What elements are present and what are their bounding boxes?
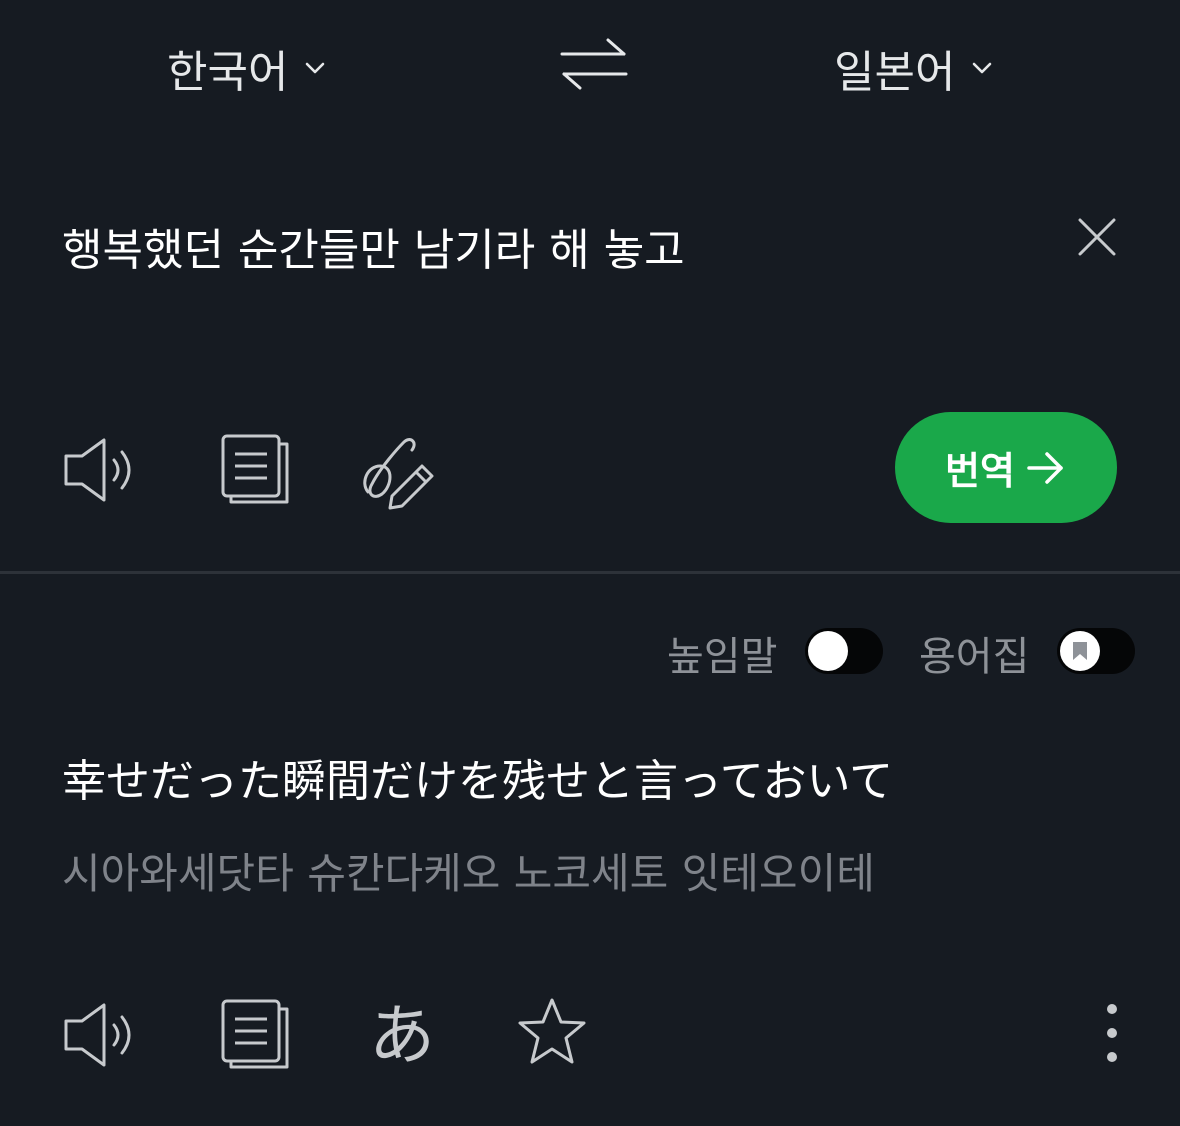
- speaker-icon[interactable]: [60, 430, 140, 510]
- translate-button[interactable]: 번역: [895, 412, 1117, 523]
- bookmark-icon: [1073, 642, 1087, 660]
- chevron-down-icon: [306, 62, 325, 74]
- honorific-toggle[interactable]: [805, 628, 883, 674]
- arrow-right-icon: [1027, 451, 1063, 484]
- swap-languages-icon[interactable]: [558, 34, 630, 96]
- close-icon[interactable]: [1072, 212, 1122, 262]
- handwriting-icon[interactable]: [358, 432, 438, 512]
- more-vertical-icon[interactable]: [1072, 993, 1152, 1073]
- target-language-selector[interactable]: 일본어: [834, 36, 995, 100]
- honorific-label: 높임말: [667, 634, 778, 680]
- toggle-knob: [1060, 631, 1100, 671]
- speaker-icon[interactable]: [60, 995, 140, 1075]
- section-divider: [0, 571, 1180, 574]
- pronunciation-text: 시아와세닷타 슈칸다케오 노코세토 잇테오이테: [62, 849, 875, 898]
- translate-button-label: 번역: [945, 449, 1015, 493]
- translation-result: 幸せだった瞬間だけを残せと言っておいて: [62, 756, 894, 807]
- source-language-label: 한국어: [167, 47, 289, 98]
- source-language-selector[interactable]: 한국어: [167, 36, 328, 100]
- kana-icon[interactable]: あ: [362, 990, 442, 1074]
- star-icon[interactable]: [512, 992, 592, 1072]
- target-language-label: 일본어: [834, 47, 956, 98]
- copy-icon[interactable]: [215, 997, 295, 1077]
- source-text-input[interactable]: 행복했던 순간들만 남기라 해 놓고: [62, 214, 685, 278]
- language-bar: 한국어 일본어: [0, 0, 1180, 135]
- toggle-knob: [808, 631, 848, 671]
- chevron-down-icon: [973, 62, 992, 74]
- glossary-label: 용어집: [919, 634, 1030, 680]
- copy-icon[interactable]: [215, 432, 295, 512]
- glossary-toggle[interactable]: [1057, 628, 1135, 674]
